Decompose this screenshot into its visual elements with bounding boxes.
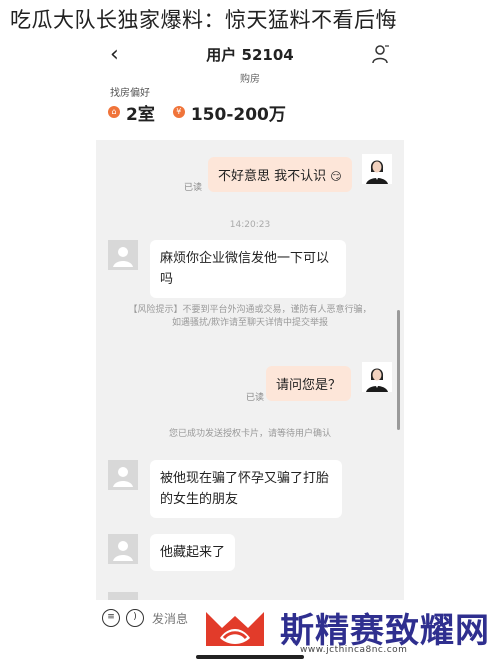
chat-subtitle: 购房	[240, 74, 260, 85]
navbar: ‹ 用户 52104	[96, 40, 404, 70]
avatar[interactable]	[108, 592, 138, 600]
avatar[interactable]	[362, 362, 392, 392]
preference-budget: ¥ 150-200万	[172, 100, 286, 125]
scrollbar[interactable]	[397, 310, 400, 430]
avatar[interactable]	[108, 534, 138, 564]
message-input[interactable]: 发消息	[152, 610, 188, 627]
headline: 吃瓜大队长独家爆料：惊天猛料不看后悔	[10, 8, 397, 32]
house-icon: ⌂	[108, 106, 120, 118]
preference-value: 2室	[126, 104, 155, 125]
home-indicator	[196, 655, 304, 659]
watermark-logo	[206, 612, 264, 646]
message-bubble-sent[interactable]: 不好意思 我不认识 😏	[208, 157, 352, 192]
timestamp: 14:20:23	[229, 220, 271, 230]
preferences-row: ⌂ 2室 ¥ 150-200万	[108, 100, 304, 125]
chat-title: 用户 52104	[206, 46, 294, 64]
chat-area[interactable]: 不好意思 我不认识 😏 已读 14:20:23 麻烦你企业微信发他一下可以吗 【…	[96, 140, 404, 600]
message-bubble-received[interactable]: 他藏起来了	[150, 534, 236, 571]
message-bubble-received[interactable]: 麻烦你企业微信发他一下可以吗	[150, 240, 346, 298]
preferences-label: 找房偏好	[110, 88, 150, 99]
watermark-url: www.jcthinca8nc.com	[300, 645, 408, 655]
user-icon[interactable]	[372, 44, 390, 64]
avatar[interactable]	[108, 460, 138, 490]
system-note: 您已成功发送授权卡片，请等待用户确认	[168, 429, 331, 439]
message-bubble-sent[interactable]: 请问您是？	[266, 366, 352, 401]
money-icon: ¥	[172, 106, 185, 118]
list-icon[interactable]: ≡	[102, 609, 120, 627]
message-bubble-received[interactable]: 被他现在骗了怀孕又骗了打胎的女生的朋友	[150, 460, 342, 518]
avatar[interactable]	[362, 154, 392, 184]
read-status: 已读	[246, 393, 265, 403]
read-status: 已读	[184, 183, 203, 193]
voice-icon[interactable]: )	[126, 609, 144, 627]
avatar[interactable]	[108, 240, 138, 270]
preference-rooms: ⌂ 2室	[108, 100, 155, 125]
risk-warning: 【风险提示】不要到平台外沟通或交易，谨防有人恶意行骗，如遇骚扰/欺诈请至聊天详情…	[128, 305, 372, 328]
preference-value: 150-200万	[190, 104, 286, 125]
message-text: 不好意思 我不认识	[218, 169, 327, 184]
